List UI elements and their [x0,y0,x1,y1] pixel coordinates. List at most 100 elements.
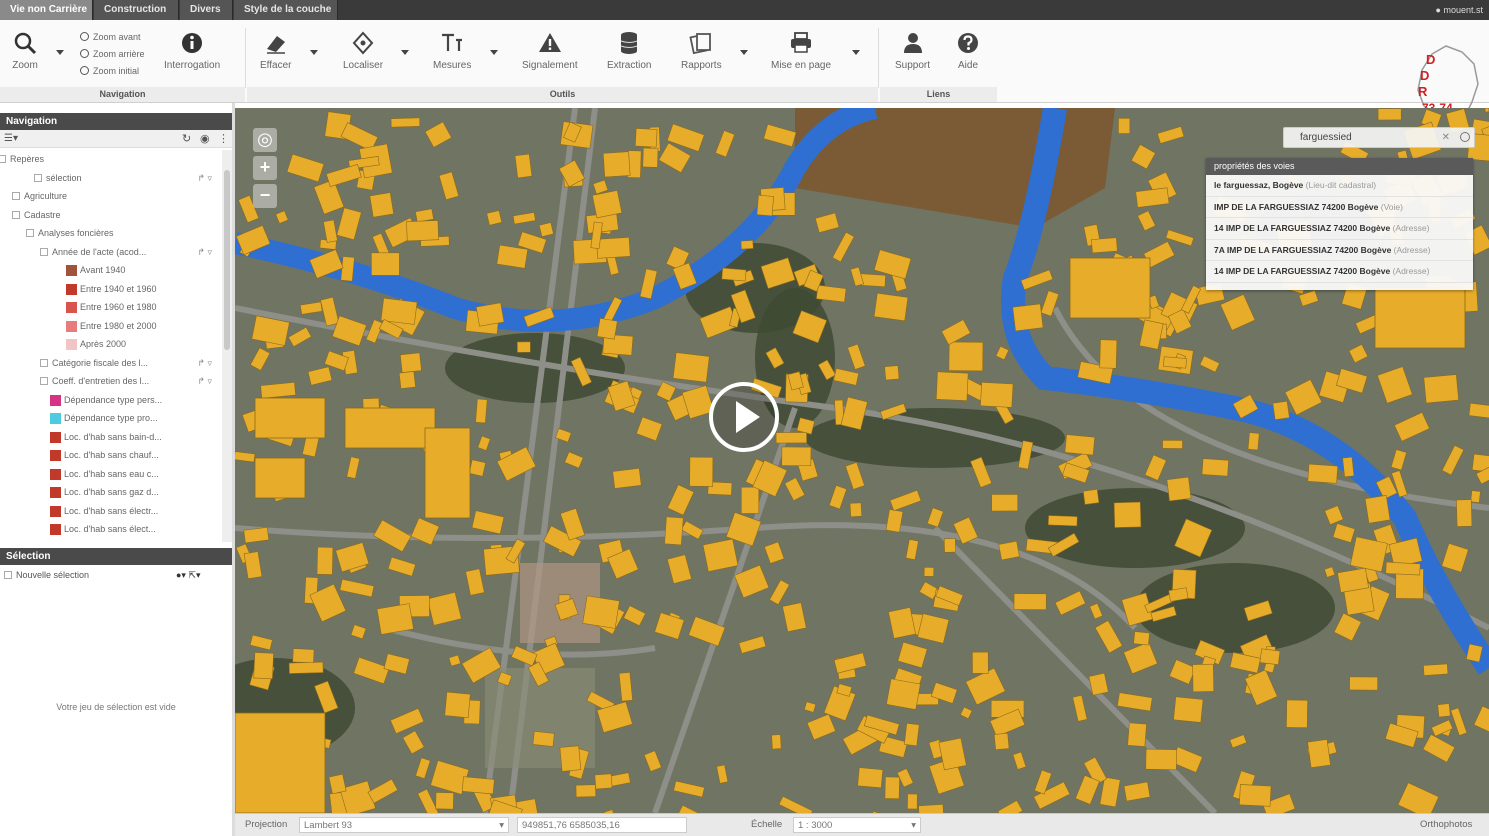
search-icon[interactable] [1460,132,1470,142]
selection-panel-header[interactable]: Sélection [0,548,232,565]
effacer-dropdown-caret[interactable] [310,50,318,55]
search-result-item[interactable]: 7A IMP DE LA FARGUESSIAZ 74200 Bogève (A… [1206,240,1473,261]
building [254,397,326,439]
layer-tree-row[interactable]: Loc. d'hab sans gaz d... [0,483,222,502]
zoom-initial-item[interactable]: Zoom initial [80,63,145,80]
vegetation-area [1025,488,1245,568]
basemap-label[interactable]: Orthophotos [1420,814,1472,836]
new-selection-row[interactable]: Nouvelle sélection ●▾ ⇱▾ [0,567,232,584]
layer-tree-row[interactable]: Agriculture [0,187,222,206]
layer-checkbox[interactable] [26,229,34,237]
search-result-item[interactable]: 14 IMP DE LA FARGUESSIAZ 74200 Bogève (A… [1206,261,1473,283]
search-result-item[interactable]: le farguessaz, Bogève (Lieu-dit cadastra… [1206,175,1473,197]
layer-tree-row[interactable]: Loc. d'hab sans élect... [0,520,222,539]
layers-menu-icon[interactable]: ☰▾ [4,133,18,144]
refresh-icon[interactable]: ↻ [182,132,191,145]
building [884,365,900,381]
layer-tree-row[interactable]: Loc. d'hab sans chauf... [0,446,222,465]
chevron-down-icon: ▾ [499,820,504,831]
layer-tree-row[interactable]: Loc. d'hab sans eau c... [0,465,222,484]
interrogation-button[interactable]: Interrogation [164,30,220,71]
layer-tree-row[interactable]: Coeff. d'entretien des l... ↱ ▿ [0,372,222,391]
building [943,538,956,553]
layer-tree-row[interactable]: Entre 1960 et 1980 [0,298,222,317]
building [672,352,710,383]
layer-tree-row[interactable]: Après 2000 [0,335,222,354]
mise-en-page-dropdown-caret[interactable] [852,50,860,55]
zoom-button[interactable]: Zoom [12,30,38,71]
visibility-icon[interactable]: ◉ [200,132,210,145]
aide-button[interactable]: Aide [955,30,981,71]
layer-checkbox[interactable] [0,155,6,163]
layer-tools-icon[interactable]: ↱ ▿ [197,372,212,391]
layer-tree-row[interactable]: Dépendance type pro... [0,409,222,428]
layer-tree-scrollbar[interactable] [222,150,232,542]
scrollbar-thumb[interactable] [224,170,230,350]
building [1133,631,1150,646]
map-zoom-controls: ◎ + − [253,128,279,212]
building [344,407,436,449]
layer-tree-row[interactable]: Année de l'acte (acod... ↱ ▿ [0,243,222,262]
layer-checkbox[interactable] [40,358,48,367]
localiser-label: Localiser [343,60,384,71]
layer-checkbox[interactable] [40,377,48,385]
signalement-button[interactable]: Signalement [522,30,578,71]
mise-en-page-button[interactable]: Mise en page [771,30,831,71]
map-home-button[interactable]: ◎ [253,128,277,152]
clear-search-icon[interactable]: ✕ [1442,128,1450,147]
projection-select[interactable]: Lambert 93 ▾ [299,817,509,833]
more-icon[interactable]: ⋮ [218,132,229,145]
scale-select[interactable]: 1 : 3000 ▾ [793,817,921,833]
map-search-box[interactable]: farguessied ✕ [1283,127,1475,148]
extraction-button[interactable]: Extraction [607,30,651,71]
layer-tree-row[interactable]: Avant 1940 [0,261,222,280]
result-address: 14 IMP DE LA FARGUESSIAZ 74200 Bogève [1214,266,1391,276]
building [775,432,807,444]
map-zoom-out-button[interactable]: − [253,184,277,208]
tab-construction[interactable]: Construction [94,0,179,20]
selection-tools-icon[interactable]: ●▾ ⇱▾ [176,567,201,584]
map-search-value[interactable]: farguessied [1300,132,1352,143]
layer-tree-row[interactable]: Entre 1940 et 1960 [0,280,222,299]
rapports-dropdown-caret[interactable] [740,50,748,55]
layer-checkbox[interactable] [12,210,20,219]
selection-checkbox[interactable] [4,571,12,579]
layer-tree-row[interactable]: Loc. d'hab sans électr... [0,502,222,521]
building [903,722,920,747]
layer-tools-icon[interactable]: ↱ ▿ [197,354,212,373]
layer-tree-row[interactable]: Analyses foncières [0,224,222,243]
support-button[interactable]: Support [895,30,930,71]
mesures-button[interactable]: Mesures [433,30,471,71]
localiser-dropdown-caret[interactable] [401,50,409,55]
layer-tree-row[interactable]: Cadastre [0,206,222,225]
user-menu[interactable]: ● mouent.st [1436,0,1483,20]
localiser-button[interactable]: Localiser [343,30,383,71]
layer-tree-row[interactable]: sélection ↱ ▿ [0,169,222,188]
layer-tree-row[interactable]: Dépendance type pers... [0,391,222,410]
layer-tree-row[interactable]: Entre 1980 et 2000 [0,317,222,336]
layer-tools-icon[interactable]: ↱ ▿ [197,243,212,262]
layer-checkbox[interactable] [34,173,42,182]
zoom-in-item[interactable]: Zoom avant [80,29,145,46]
map-zoom-in-button[interactable]: + [253,156,277,180]
mesures-dropdown-caret[interactable] [490,50,498,55]
layer-checkbox[interactable] [12,192,20,200]
layer-tree-row[interactable]: Loc. d'hab sans bain-d... [0,428,222,447]
layer-tree-row[interactable]: Repères [0,150,222,169]
search-result-item[interactable]: IMP DE LA FARGUESSIAZ 74200 Bogève (Voie… [1206,197,1473,218]
effacer-button[interactable]: Effacer [260,30,292,71]
layer-checkbox[interactable] [40,247,48,256]
layer-tree-row[interactable]: Catégorie fiscale des l... ↱ ▿ [0,354,222,373]
building [1064,434,1096,456]
rapports-button[interactable]: Rapports [681,30,722,71]
tab-vie-non-carriere[interactable]: Vie non Carrière [0,0,93,20]
zoom-dropdown-caret[interactable] [56,50,64,55]
search-result-item[interactable]: 14 IMP DE LA FARGUESSIAZ 74200 Bogève (A… [1206,218,1473,240]
tab-style-couche[interactable]: Style de la couche [234,0,338,20]
video-play-icon[interactable] [708,381,780,453]
zoom-out-item[interactable]: Zoom arrière [80,46,145,63]
building [859,273,886,288]
tab-divers[interactable]: Divers [180,0,233,20]
navigation-panel-header[interactable]: Navigation [0,113,232,130]
layer-tools-icon[interactable]: ↱ ▿ [197,169,212,188]
